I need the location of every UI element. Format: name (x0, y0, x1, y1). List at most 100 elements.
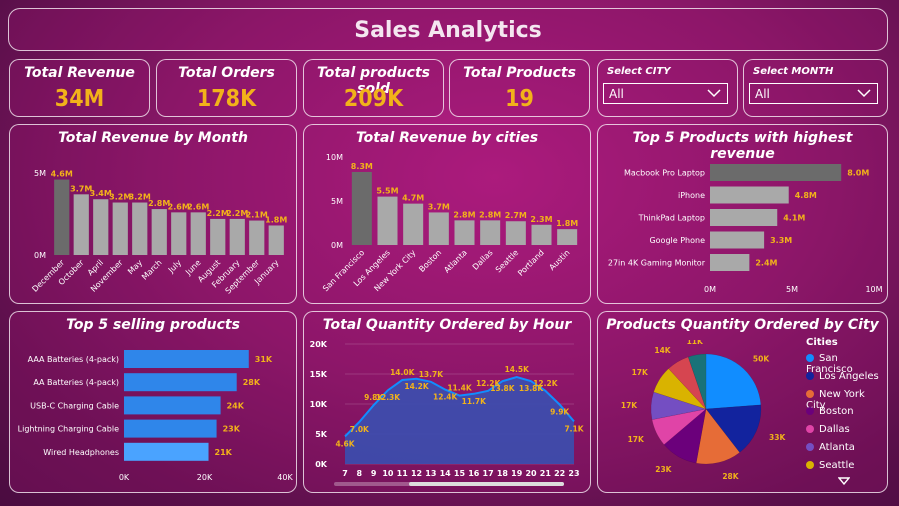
kpi-label: Total Orders (178, 65, 275, 81)
y-tick-label: 15K (310, 370, 328, 379)
data-label: 2.4M (755, 259, 777, 268)
y-tick-label: Macbook Pro Laptop (624, 169, 705, 178)
data-label: 23K (655, 465, 672, 474)
x-tick-label: Atlanta (442, 248, 469, 275)
x-tick-label: Austin (547, 248, 571, 272)
chart-title: Top 5 selling products (66, 317, 240, 333)
bar (93, 199, 109, 255)
data-label: 14.5K (505, 365, 531, 374)
bar (151, 209, 167, 255)
data-label: 11K (687, 340, 704, 346)
kpi-label: Total Products (463, 65, 576, 81)
bar (124, 396, 221, 415)
bar (505, 221, 526, 245)
bar (710, 186, 789, 204)
panel-revenue-by-month: Total Revenue by Month 0M 5M 4.6M December 3… (9, 124, 297, 304)
data-label: 4.6K (335, 439, 355, 448)
data-label: 28K (243, 378, 261, 387)
y-tick-label: USB-C Charging Cable (30, 401, 119, 410)
x-tick-label: 16 (468, 469, 480, 478)
slicer-city: Select CITY All (597, 59, 738, 117)
kpi-value: 19 (505, 86, 534, 112)
panel-top5-revenue: Top 5 Products with highest revenue 8.0M… (597, 124, 888, 304)
data-label: 17K (632, 368, 649, 377)
panel-qty-by-city: Products Quantity Ordered by City 50K 33K… (597, 311, 888, 493)
y-tick-label: 10M (326, 153, 343, 162)
x-tick-label: 23 (568, 469, 579, 478)
chart-title: Products Quantity Ordered by City (606, 317, 879, 333)
data-label: 5.5M (376, 187, 398, 196)
kpi-card-total-products-sold: Total products sold 209K (303, 59, 444, 117)
legend-color-dot (806, 354, 814, 362)
horizontal-scrollbar[interactable] (334, 482, 564, 486)
bar (132, 202, 148, 255)
data-label: 8.3M (351, 162, 373, 171)
bar (710, 209, 778, 226)
legend-item[interactable]: Seattle (806, 460, 854, 471)
y-tick-label: iPhone (678, 191, 705, 200)
bar (268, 225, 284, 255)
y-tick-label: AAA Batteries (4-pack) (28, 355, 119, 364)
data-label: 7.0K (350, 425, 370, 434)
data-label: 21K (215, 448, 233, 457)
data-label: 13.8K (490, 384, 516, 393)
bar (454, 220, 475, 245)
data-label: 50K (753, 354, 770, 363)
x-tick-label: March (140, 258, 164, 282)
bar (403, 203, 424, 245)
x-tick-label: 13 (425, 469, 436, 478)
data-label: 24K (227, 401, 245, 410)
x-tick-label: 0K (119, 473, 130, 482)
kpi-card-total-products: Total Products 19 (449, 59, 590, 117)
legend-item[interactable]: Los Angeles (806, 371, 879, 382)
x-tick-label: 22 (554, 469, 565, 478)
y-tick-label: 0M (34, 251, 46, 260)
bar (710, 231, 765, 249)
data-label: 11.7K (462, 397, 488, 406)
x-tick-label: Dallas (471, 248, 495, 272)
bar (249, 220, 265, 255)
x-tick-label: 40K (277, 473, 293, 482)
y-tick-label: Google Phone (649, 236, 705, 245)
data-label: 12.4K (433, 393, 459, 402)
panel-qty-by-hour: Total Quantity Ordered by Hour 0K 5K 10K 15… (303, 311, 591, 493)
chart-title: Total Revenue by Month (58, 130, 248, 146)
x-tick-label: 20K (197, 473, 213, 482)
legend-more-icon[interactable] (838, 477, 850, 485)
bar (54, 179, 70, 255)
bar (557, 229, 578, 245)
legend-color-dot (806, 407, 814, 416)
legend-label: Seattle (819, 459, 855, 471)
legend-label: Los Angeles (819, 370, 879, 382)
month-dropdown[interactable]: All (749, 83, 878, 104)
y-tick-label: 0K (315, 460, 328, 469)
revenue-by-month-chart: 0M5M 4.6MDecember3.7MOctober3.4MApril3.2M… (30, 169, 287, 296)
data-label: 12.2K (533, 379, 559, 388)
top5-revenue-chart: 8.0M Macbook Pro Laptop 4.8M iPhone 4.1M Thin… (608, 164, 883, 294)
y-tick-label: 5K (315, 430, 328, 439)
x-tick-label: 21 (540, 469, 552, 478)
slicer-month: Select MONTH All (743, 59, 888, 117)
bar (210, 218, 226, 255)
bar (124, 442, 209, 461)
legend-label: Boston (819, 406, 854, 418)
kpi-value: 178K (196, 86, 257, 112)
city-dropdown[interactable]: All (603, 83, 728, 104)
legend-label: Dallas (819, 424, 850, 436)
y-tick-label: 10K (310, 400, 328, 409)
page-title: Sales Analytics (354, 18, 542, 43)
data-label: 4.6M (51, 170, 73, 179)
data-label: 2.7M (505, 211, 527, 220)
panel-top5-selling: Top 5 selling products 31K AAA Batteries … (9, 311, 297, 493)
legend-item[interactable]: Boston (806, 406, 854, 417)
legend-item[interactable]: Dallas (806, 424, 850, 435)
scrollbar-thumb[interactable] (409, 482, 564, 486)
qty-by-hour-chart: 0K5K10K15K20K4.6K77.0K89.8K912.3K1014.0K… (310, 340, 585, 478)
x-tick-label: 17 (483, 469, 494, 478)
x-tick-label: Boston (417, 248, 443, 274)
chart-title: Total Quantity Ordered by Hour (322, 317, 572, 333)
chevron-down-icon (857, 89, 871, 98)
legend-item[interactable]: Atlanta (806, 442, 855, 453)
kpi-value: 34M (54, 86, 105, 112)
panel-revenue-by-cities: Total Revenue by cities 0M 5M 10M 8.3M San F… (303, 124, 591, 304)
